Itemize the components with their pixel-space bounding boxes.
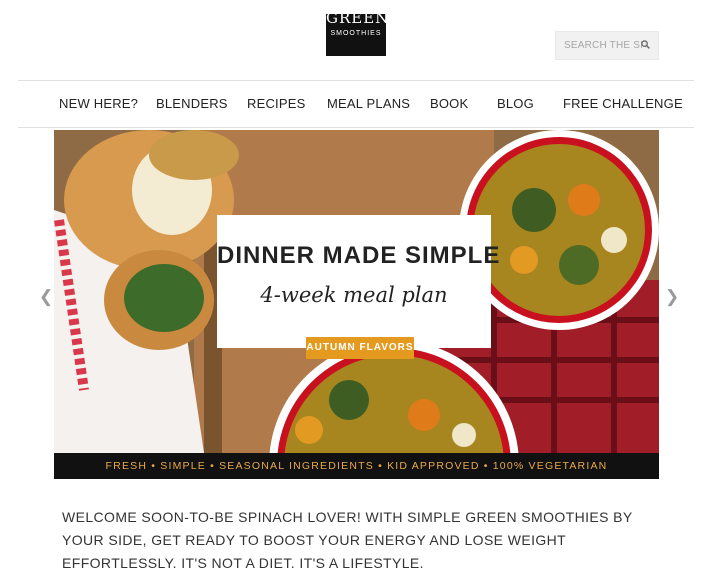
search-icon[interactable]: [641, 40, 650, 49]
welcome-text: WELCOME SOON-TO-BE SPINACH LOVER! WITH S…: [62, 509, 633, 571]
nav-top-divider: [18, 80, 694, 81]
nav-item-blog[interactable]: BLOG: [497, 96, 534, 111]
nav-item-book[interactable]: BOOK: [430, 96, 468, 111]
nav-item-recipes[interactable]: RECIPES: [247, 96, 305, 111]
nav-item-free-challenge[interactable]: FREE CHALLENGE: [563, 96, 683, 111]
tagline-strip: FRESH • SIMPLE • SEASONAL INGREDIENTS • …: [54, 453, 659, 479]
site-logo[interactable]: GREEN SMOOTHIES: [326, 14, 386, 56]
nav-item-new-here[interactable]: NEW HERE?: [59, 96, 138, 111]
slider-prev-button[interactable]: ❮: [39, 287, 53, 307]
nav-item-meal-plans[interactable]: MEAL PLANS: [327, 96, 410, 111]
logo-line-2: SMOOTHIES: [330, 30, 382, 37]
search-box[interactable]: [555, 31, 659, 60]
logo-line-1: GREEN: [326, 14, 386, 27]
hero-title: DINNER MADE SIMPLE: [217, 242, 501, 269]
hero-subtitle: 4-week meal plan: [260, 283, 448, 307]
nav-item-blenders[interactable]: BLENDERS: [156, 96, 228, 111]
nav-bottom-divider: [18, 127, 694, 128]
search-input[interactable]: [556, 32, 646, 59]
autumn-flavors-button[interactable]: AUTUMN FLAVORS: [306, 337, 414, 359]
slider-next-button[interactable]: ❯: [665, 287, 679, 307]
main-nav: NEW HERE? BLENDERS RECIPES MEAL PLANS BO…: [18, 92, 694, 120]
hero-title-card: DINNER MADE SIMPLE 4-week meal plan: [217, 215, 501, 348]
